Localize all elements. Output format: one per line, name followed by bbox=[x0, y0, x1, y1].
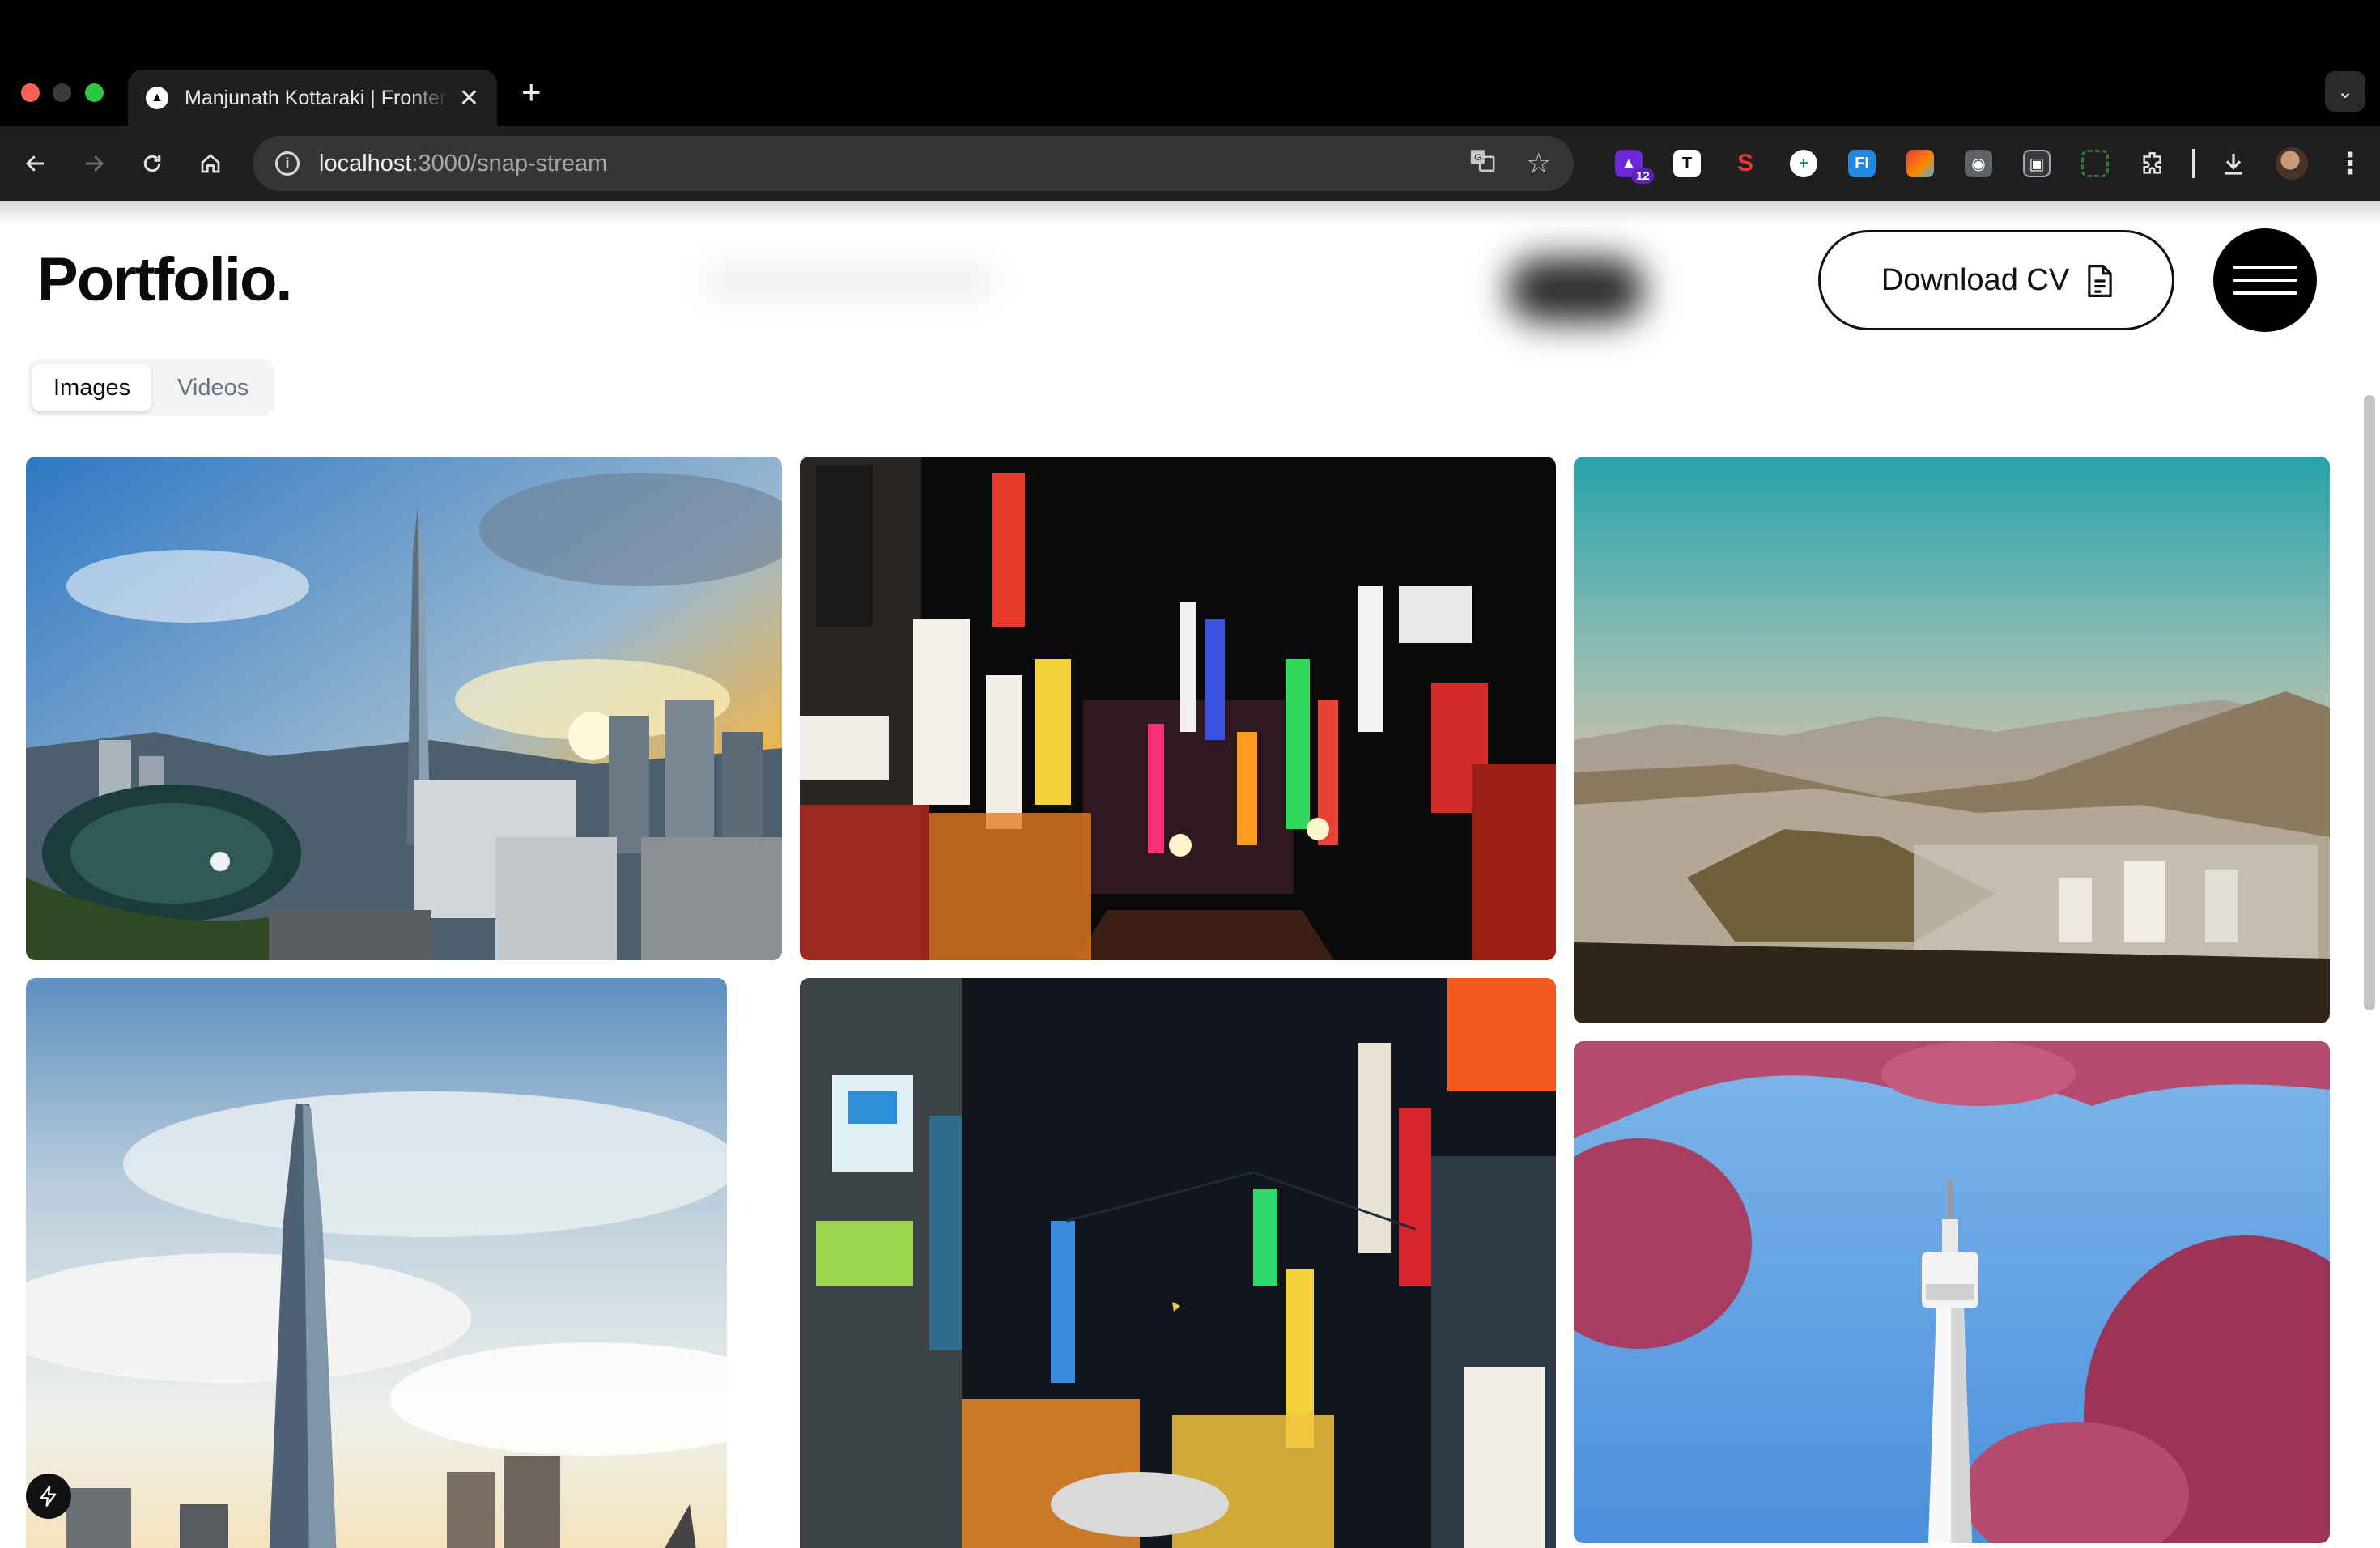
extension-fi-icon[interactable]: FI bbox=[1833, 126, 1891, 201]
arrow-left-icon[interactable] bbox=[11, 126, 60, 201]
download-cv-label: Download CV bbox=[1881, 262, 2070, 297]
profile-avatar[interactable] bbox=[2263, 126, 2321, 201]
home-icon[interactable] bbox=[186, 126, 235, 201]
toolbar-divider bbox=[2192, 149, 2195, 178]
site-logo[interactable]: Portfolio. bbox=[37, 245, 293, 315]
triangle-favicon-icon: ▲ bbox=[146, 87, 168, 109]
gallery-image-seoul-rainy-street[interactable] bbox=[800, 978, 1556, 1548]
extension-badge: 12 bbox=[1632, 168, 1654, 184]
gallery-image-seoul-mountain-view[interactable] bbox=[1574, 457, 2330, 1023]
browser-toolbar: i localhost:3000/snap-stream G ☆ ▲ 12 T … bbox=[0, 126, 2380, 201]
star-icon[interactable]: ☆ bbox=[1527, 147, 1551, 180]
lightning-icon[interactable] bbox=[26, 1474, 71, 1519]
translate-icon[interactable]: G bbox=[1468, 147, 1496, 181]
header-shadow bbox=[0, 201, 2380, 225]
extension-image-icon[interactable]: ▣ bbox=[2008, 126, 2066, 201]
tab-images[interactable]: Images bbox=[32, 364, 152, 411]
extension-camera-icon[interactable]: ◉ bbox=[1949, 126, 2008, 201]
document-icon bbox=[2087, 264, 2112, 297]
url-path: :3000/snap-stream bbox=[411, 150, 608, 176]
address-bar[interactable]: i localhost:3000/snap-stream G ☆ bbox=[253, 136, 1574, 191]
page-viewport: Portfolio. Download CV Images Videos bbox=[0, 201, 2380, 1548]
close-window-button[interactable] bbox=[21, 83, 40, 102]
blurred-pill bbox=[1507, 257, 1645, 322]
url-host: localhost bbox=[319, 150, 412, 176]
extension-color-icon[interactable] bbox=[1891, 126, 1949, 201]
hamburger-icon[interactable] bbox=[2213, 228, 2317, 332]
extension-graduation-icon[interactable]: ▲ 12 bbox=[1600, 126, 1658, 201]
arrow-right-icon[interactable] bbox=[70, 126, 118, 201]
svg-text:G: G bbox=[1474, 153, 1481, 163]
tab-videos[interactable]: Videos bbox=[156, 364, 270, 411]
download-icon[interactable] bbox=[2204, 126, 2263, 201]
extension-text-icon[interactable]: T bbox=[1658, 126, 1716, 201]
media-type-tabs: Images Videos bbox=[28, 359, 275, 416]
kebab-menu-icon[interactable]: ⋮ bbox=[2321, 126, 2379, 201]
tab-search-chevron-icon[interactable]: ⌄ bbox=[2325, 71, 2365, 112]
minimize-window-button[interactable] bbox=[53, 83, 71, 102]
extension-screenshot-icon[interactable] bbox=[2066, 126, 2124, 201]
reload-icon[interactable] bbox=[128, 126, 176, 201]
puzzle-icon[interactable] bbox=[2124, 126, 2182, 201]
gallery-image-seoul-neon-alley[interactable] bbox=[800, 457, 1556, 960]
site-info-icon[interactable]: i bbox=[275, 151, 300, 176]
extension-seo-icon[interactable]: S bbox=[1716, 126, 1774, 201]
download-cv-button[interactable]: Download CV bbox=[1818, 230, 2174, 330]
page-scrollbar[interactable] bbox=[2364, 395, 2375, 1010]
gallery-image-seoul-skyline-sunset[interactable] bbox=[26, 457, 782, 960]
browser-tab-active[interactable]: ▲ Manjunath Kottaraki | Frontend Develop… bbox=[128, 70, 497, 126]
blurred-nav-area bbox=[704, 266, 996, 298]
close-tab-icon[interactable]: ✕ bbox=[459, 84, 479, 113]
gallery-image-n-seoul-tower[interactable] bbox=[1574, 1041, 2330, 1543]
tab-title: Manjunath Kottaraki | Frontend Developer bbox=[185, 86, 448, 109]
extension-plus-icon[interactable]: + bbox=[1774, 126, 1833, 201]
browser-tab-strip: ▲ Manjunath Kottaraki | Frontend Develop… bbox=[0, 0, 2380, 126]
maximize-window-button[interactable] bbox=[85, 83, 104, 102]
gallery-image-lotte-tower-clouds[interactable] bbox=[26, 978, 727, 1548]
extensions-row: ▲ 12 T S + FI ◉ ▣ ⋮ bbox=[1600, 126, 2379, 201]
new-tab-icon[interactable]: + bbox=[521, 74, 542, 110]
